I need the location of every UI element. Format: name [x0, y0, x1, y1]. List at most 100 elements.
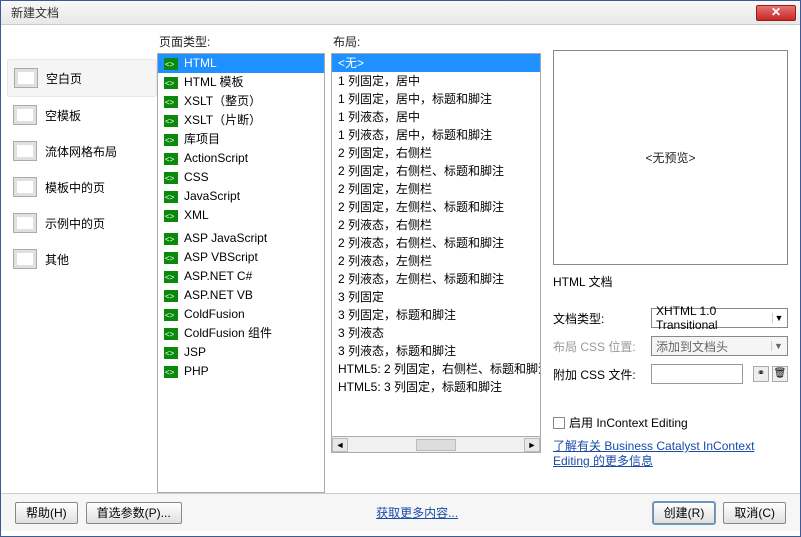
page-type-item[interactable]: XSLT（片断） — [158, 111, 324, 130]
sidebar-item-blank-template[interactable]: 空模板 — [7, 97, 157, 133]
page-type-item[interactable]: ASP VBScript — [158, 248, 324, 267]
attach-css-input[interactable] — [651, 364, 743, 384]
get-more-link[interactable]: 获取更多内容... — [376, 504, 458, 521]
sidebar-item-fluid-grid[interactable]: 流体网格布局 — [7, 133, 157, 169]
layout-item[interactable]: 3 列固定，标题和脚注 — [332, 306, 540, 324]
file-type-icon — [164, 58, 178, 70]
file-type-icon — [164, 115, 178, 127]
file-type-icon — [164, 77, 178, 89]
layout-item[interactable]: 3 列液态，标题和脚注 — [332, 342, 540, 360]
file-type-icon — [164, 309, 178, 321]
sample-icon — [13, 213, 37, 233]
file-type-icon — [164, 172, 178, 184]
page-type-item[interactable]: JSP — [158, 343, 324, 362]
css-position-dropdown: 添加到文档头▼ — [651, 336, 788, 356]
incontext-checkbox[interactable] — [553, 417, 565, 429]
preferences-button[interactable]: 首选参数(P)... — [86, 502, 182, 524]
page-icon — [14, 68, 38, 88]
layout-item[interactable]: 1 列固定，居中，标题和脚注 — [332, 90, 540, 108]
css-position-label: 布局 CSS 位置: — [553, 338, 645, 355]
sidebar-label: 模板中的页 — [45, 179, 105, 196]
template-icon — [13, 105, 37, 125]
sidebar-label: 示例中的页 — [45, 215, 105, 232]
layout-item[interactable]: HTML5: 3 列固定，标题和脚注 — [332, 378, 540, 396]
doctype-dropdown[interactable]: XHTML 1.0 Transitional▼ — [651, 308, 788, 328]
page-type-header: 页面类型: — [157, 31, 325, 53]
page-type-item[interactable]: PHP — [158, 362, 324, 381]
sidebar-label: 流体网格布局 — [45, 143, 117, 160]
layout-item[interactable]: 2 列液态，左侧栏、标题和脚注 — [332, 270, 540, 288]
file-type-icon — [164, 210, 178, 222]
preview-caption: HTML 文档 — [553, 273, 788, 290]
sidebar-item-sample-page[interactable]: 示例中的页 — [7, 205, 157, 241]
layout-item[interactable]: 1 列固定，居中 — [332, 72, 540, 90]
category-sidebar: 空白页 空模板 流体网格布局 模板中的页 示例中的页 其他 — [7, 31, 157, 493]
layout-item[interactable]: 1 列液态，居中，标题和脚注 — [332, 126, 540, 144]
remove-css-icon[interactable]: 🗑 — [772, 366, 788, 382]
sidebar-item-blank-page[interactable]: 空白页 — [7, 59, 157, 97]
template-page-icon — [13, 177, 37, 197]
layout-item[interactable]: 2 列固定，左侧栏、标题和脚注 — [332, 198, 540, 216]
incontext-label: 启用 InContext Editing — [569, 414, 688, 431]
scroll-thumb[interactable] — [416, 439, 456, 451]
layout-item[interactable]: 2 列固定，右侧栏、标题和脚注 — [332, 162, 540, 180]
file-type-icon — [164, 252, 178, 264]
file-type-icon — [164, 233, 178, 245]
page-type-item[interactable]: ColdFusion — [158, 305, 324, 324]
page-type-item[interactable]: ASP JavaScript — [158, 229, 324, 248]
window-title: 新建文档 — [5, 4, 59, 21]
page-type-item[interactable]: XSLT（整页） — [158, 92, 324, 111]
page-type-list[interactable]: HTMLHTML 模板XSLT（整页）XSLT（片断）库项目ActionScri… — [157, 53, 325, 493]
layout-item[interactable]: 2 列固定，右侧栏 — [332, 144, 540, 162]
file-type-icon — [164, 290, 178, 302]
page-type-item[interactable]: HTML 模板 — [158, 73, 324, 92]
file-type-icon — [164, 153, 178, 165]
file-type-icon — [164, 96, 178, 108]
page-type-item[interactable]: ASP.NET C# — [158, 267, 324, 286]
link-css-icon[interactable]: ⚭ — [753, 366, 769, 382]
page-type-item[interactable]: ASP.NET VB — [158, 286, 324, 305]
file-type-icon — [164, 328, 178, 340]
help-button[interactable]: 帮助(H) — [15, 502, 78, 524]
layout-item[interactable]: 2 列固定，左侧栏 — [332, 180, 540, 198]
file-type-icon — [164, 347, 178, 359]
layout-list[interactable]: <无>1 列固定，居中1 列固定，居中，标题和脚注1 列液态，居中1 列液态，居… — [331, 53, 541, 437]
file-type-icon — [164, 191, 178, 203]
layout-item[interactable]: 2 列液态，右侧栏、标题和脚注 — [332, 234, 540, 252]
grid-icon — [13, 141, 37, 161]
layout-item[interactable]: 3 列固定 — [332, 288, 540, 306]
sidebar-item-template-page[interactable]: 模板中的页 — [7, 169, 157, 205]
incontext-link[interactable]: 了解有关 Business Catalyst InContext Editing… — [553, 439, 788, 469]
layout-item[interactable]: 1 列液态，居中 — [332, 108, 540, 126]
scroll-right-button[interactable]: ► — [524, 438, 540, 452]
sidebar-label: 其他 — [45, 251, 69, 268]
page-type-item[interactable]: CSS — [158, 168, 324, 187]
attach-css-label: 附加 CSS 文件: — [553, 366, 645, 383]
cancel-button[interactable]: 取消(C) — [723, 502, 786, 524]
page-type-item[interactable]: 库项目 — [158, 130, 324, 149]
layout-item[interactable]: <无> — [332, 54, 540, 72]
page-type-item[interactable]: ActionScript — [158, 149, 324, 168]
scroll-left-button[interactable]: ◄ — [332, 438, 348, 452]
preview-area: <无预览> — [553, 50, 788, 265]
page-type-item[interactable]: HTML — [158, 54, 324, 73]
page-type-item[interactable]: ColdFusion 组件 — [158, 324, 324, 343]
file-type-icon — [164, 366, 178, 378]
doctype-label: 文档类型: — [553, 310, 645, 327]
chevron-down-icon: ▼ — [771, 341, 785, 351]
file-type-icon — [164, 134, 178, 146]
sidebar-label: 空白页 — [46, 70, 82, 87]
layout-item[interactable]: 2 列液态，右侧栏 — [332, 216, 540, 234]
create-button[interactable]: 创建(R) — [653, 502, 716, 524]
chevron-down-icon: ▼ — [772, 313, 785, 323]
horizontal-scrollbar[interactable]: ◄ ► — [331, 437, 541, 453]
layout-item[interactable]: 3 列液态 — [332, 324, 540, 342]
sidebar-item-other[interactable]: 其他 — [7, 241, 157, 277]
close-button[interactable]: ✕ — [756, 5, 796, 21]
other-icon — [13, 249, 37, 269]
layout-item[interactable]: 2 列液态，左侧栏 — [332, 252, 540, 270]
layout-header: 布局: — [331, 31, 541, 53]
page-type-item[interactable]: XML — [158, 206, 324, 225]
page-type-item[interactable]: JavaScript — [158, 187, 324, 206]
layout-item[interactable]: HTML5: 2 列固定，右侧栏、标题和脚注 — [332, 360, 540, 378]
